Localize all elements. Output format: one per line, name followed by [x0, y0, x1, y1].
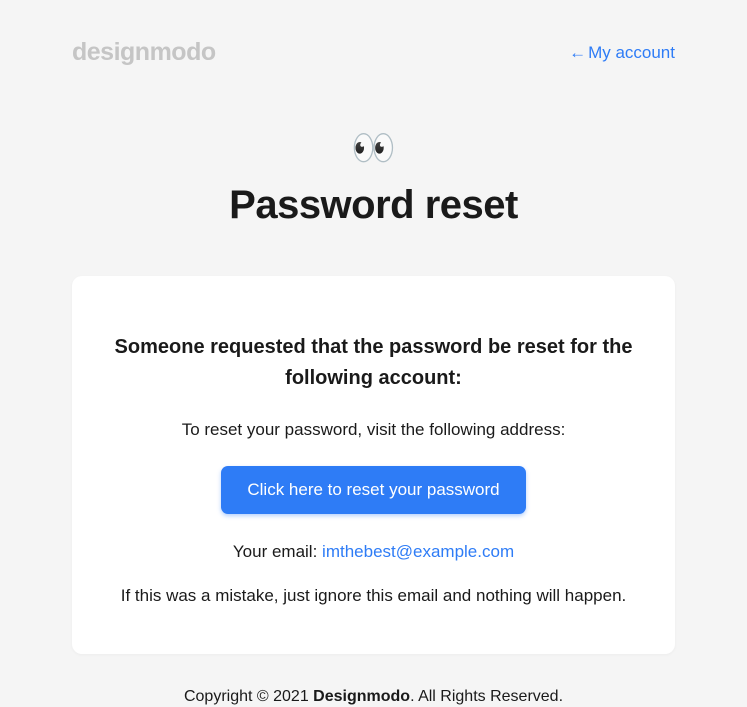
email-container: designmodo ←My account 👀 Password reset …	[0, 0, 747, 706]
my-account-link[interactable]: ←My account	[569, 43, 675, 63]
card-instruction: To reset your password, visit the follow…	[114, 420, 633, 440]
page-title: Password reset	[72, 183, 675, 228]
email-line: Your email: imthebest@example.com	[114, 542, 633, 562]
footer: Copyright © 2021 Designmodo. All Rights …	[72, 654, 675, 706]
email-label: Your email:	[233, 542, 322, 561]
footer-prefix: Copyright © 2021	[184, 688, 313, 705]
hero-section: 👀 Password reset	[72, 127, 675, 228]
arrow-left-icon: ←	[569, 43, 586, 62]
card-heading: Someone requested that the password be r…	[114, 332, 633, 394]
content-card: Someone requested that the password be r…	[72, 276, 675, 654]
my-account-label: My account	[588, 43, 675, 62]
footer-brand: Designmodo	[313, 688, 410, 705]
header: designmodo ←My account	[72, 38, 675, 67]
reset-password-button[interactable]: Click here to reset your password	[221, 466, 525, 514]
brand-logo: designmodo	[72, 38, 216, 67]
footer-suffix: . All Rights Reserved.	[410, 688, 563, 705]
card-disclaimer: If this was a mistake, just ignore this …	[114, 586, 633, 606]
eyes-icon: 👀	[72, 127, 675, 169]
email-value[interactable]: imthebest@example.com	[322, 542, 514, 561]
